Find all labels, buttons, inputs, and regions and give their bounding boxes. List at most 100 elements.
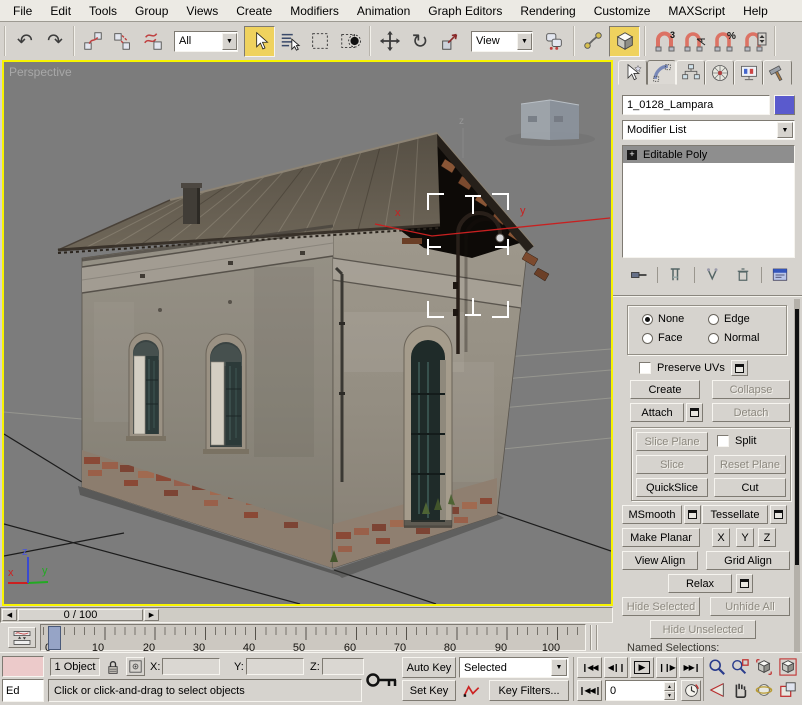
tessellate-settings-button[interactable]	[770, 505, 787, 524]
select-object-button[interactable]	[244, 26, 275, 57]
menu-tools[interactable]: Tools	[80, 4, 126, 18]
undo-button[interactable]: ↶	[10, 26, 40, 56]
zoom-all-button[interactable]	[729, 656, 751, 678]
use-pivot-point-center-button[interactable]	[539, 26, 569, 56]
selection-lock-toggle[interactable]	[104, 658, 122, 676]
pin-stack-button[interactable]	[627, 265, 651, 285]
unhide-all-button[interactable]: Unhide All	[710, 597, 790, 616]
maxscript-listener-input[interactable]: Ed	[2, 679, 44, 702]
view-align-button[interactable]: View Align	[622, 551, 698, 570]
msmooth-settings-button[interactable]	[684, 505, 701, 524]
attach-button[interactable]: Attach	[630, 403, 684, 422]
menu-create[interactable]: Create	[227, 4, 281, 18]
constraint-normal-radio[interactable]: Normal	[708, 332, 759, 344]
track-bar-splitter[interactable]	[590, 625, 592, 650]
select-and-move-button[interactable]	[375, 26, 405, 56]
time-slider-next-button[interactable]: ▶	[144, 609, 159, 621]
time-configuration-button[interactable]	[681, 680, 701, 701]
spinner-snap-button[interactable]	[740, 26, 770, 56]
select-and-manipulate-button[interactable]	[579, 26, 607, 56]
menu-customize[interactable]: Customize	[585, 4, 660, 18]
field-of-view-button[interactable]	[706, 679, 728, 701]
tab-create[interactable]	[618, 60, 647, 85]
track-bar-splitter[interactable]	[596, 625, 598, 650]
min-max-toggle-button[interactable]	[777, 679, 799, 701]
modifier-list-dropdown[interactable]: Modifier List ▼	[622, 120, 795, 140]
tab-modify[interactable]	[647, 60, 676, 85]
stack-item-editable-poly[interactable]: + Editable Poly	[623, 146, 794, 163]
menu-maxscript[interactable]: MAXScript	[659, 4, 734, 18]
x-coord-field[interactable]	[162, 658, 220, 675]
cut-button[interactable]: Cut	[714, 478, 786, 497]
msmooth-button[interactable]: MSmooth	[622, 505, 682, 524]
select-and-link-button[interactable]	[78, 26, 108, 56]
menu-help[interactable]: Help	[734, 4, 777, 18]
make-planar-x-button[interactable]: X	[712, 528, 730, 547]
slice-plane-button[interactable]: Slice Plane	[636, 432, 708, 451]
panel-scrollbar[interactable]	[794, 299, 800, 652]
preserve-uvs-settings-button[interactable]	[731, 360, 748, 376]
tab-display[interactable]	[734, 60, 763, 85]
unlink-selection-button[interactable]	[108, 26, 138, 56]
next-frame-button[interactable]: ❙❙▶	[656, 657, 677, 678]
previous-frame-button[interactable]: ◀❙❙	[604, 657, 628, 678]
set-key-button[interactable]: Set Key	[402, 680, 456, 701]
make-unique-button[interactable]	[701, 265, 725, 285]
frame-spinner[interactable]: ▲ ▼	[664, 682, 675, 700]
rectangular-selection-region-button[interactable]	[305, 26, 335, 56]
maxscript-mini-listener[interactable]	[2, 656, 44, 677]
make-planar-z-button[interactable]: Z	[758, 528, 776, 547]
relax-settings-button[interactable]	[736, 574, 753, 593]
create-button[interactable]: Create	[630, 380, 700, 399]
make-planar-button[interactable]: Make Planar	[622, 528, 700, 547]
select-and-scale-button[interactable]	[435, 26, 465, 56]
preserve-uvs-checkbox[interactable]	[639, 362, 651, 374]
viewport-scene[interactable]: z x y x y z	[4, 62, 611, 604]
time-slider-prev-button[interactable]: ◀	[2, 609, 17, 621]
show-end-result-button[interactable]	[664, 265, 688, 285]
time-slider-handle[interactable]: 0 / 100	[18, 609, 143, 621]
menu-rendering[interactable]: Rendering	[511, 4, 584, 18]
menu-graph-editors[interactable]: Graph Editors	[419, 4, 511, 18]
current-frame-marker[interactable]	[48, 626, 61, 650]
reference-coordinate-system-dropdown[interactable]: View ▼	[471, 31, 533, 52]
snaps-toggle-button[interactable]	[609, 26, 640, 57]
menu-group[interactable]: Group	[126, 4, 177, 18]
attach-settings-button[interactable]	[686, 403, 703, 422]
reset-plane-button[interactable]: Reset Plane	[714, 455, 786, 474]
set-keys-button[interactable]	[364, 663, 400, 697]
zoom-extents-all-button[interactable]	[777, 656, 799, 678]
redo-button[interactable]: ↷	[40, 26, 70, 56]
make-planar-y-button[interactable]: Y	[736, 528, 754, 547]
constraint-edge-radio[interactable]: Edge	[708, 313, 750, 325]
z-coord-field[interactable]	[322, 658, 364, 675]
select-and-rotate-button[interactable]: ↻	[405, 26, 435, 56]
percent-snap-button[interactable]: %	[710, 26, 740, 56]
menu-file[interactable]: File	[4, 4, 41, 18]
hide-unselected-button[interactable]: Hide Unselected	[650, 620, 756, 639]
object-name-field[interactable]: 1_0128_Lampara	[622, 95, 770, 115]
constraint-none-radio[interactable]: None	[642, 313, 684, 325]
track-bar-ruler[interactable]: 0 10 20 30 40 50 60 70 80 90 100	[40, 624, 586, 651]
zoom-button[interactable]	[706, 656, 728, 678]
time-slider-track[interactable]: ◀ 0 / 100 ▶	[0, 607, 613, 623]
absolute-offset-mode-toggle[interactable]	[126, 657, 145, 676]
menu-edit[interactable]: Edit	[41, 4, 80, 18]
hide-selected-button[interactable]: Hide Selected	[622, 597, 700, 616]
key-mode-toggle-button[interactable]: ❙◀◀❙	[577, 680, 602, 701]
tab-utilities[interactable]	[763, 60, 792, 85]
window-crossing-toggle-button[interactable]	[335, 26, 365, 56]
scrollbar-thumb[interactable]	[795, 309, 799, 565]
object-color-swatch[interactable]	[774, 95, 795, 115]
split-checkbox[interactable]	[717, 435, 729, 447]
key-mode-dropdown[interactable]: Selected ▼	[459, 657, 569, 678]
configure-modifier-sets-button[interactable]	[768, 265, 792, 285]
bind-to-space-warp-button[interactable]	[138, 26, 168, 56]
snap-3d-button[interactable]: 3	[650, 26, 680, 56]
arc-rotate-button[interactable]	[753, 679, 775, 701]
angle-snap-button[interactable]	[680, 26, 710, 56]
remove-modifier-button[interactable]	[731, 265, 755, 285]
open-mini-curve-editor-button[interactable]	[8, 627, 36, 648]
pan-button[interactable]	[729, 679, 751, 701]
select-by-name-button[interactable]	[275, 26, 305, 56]
